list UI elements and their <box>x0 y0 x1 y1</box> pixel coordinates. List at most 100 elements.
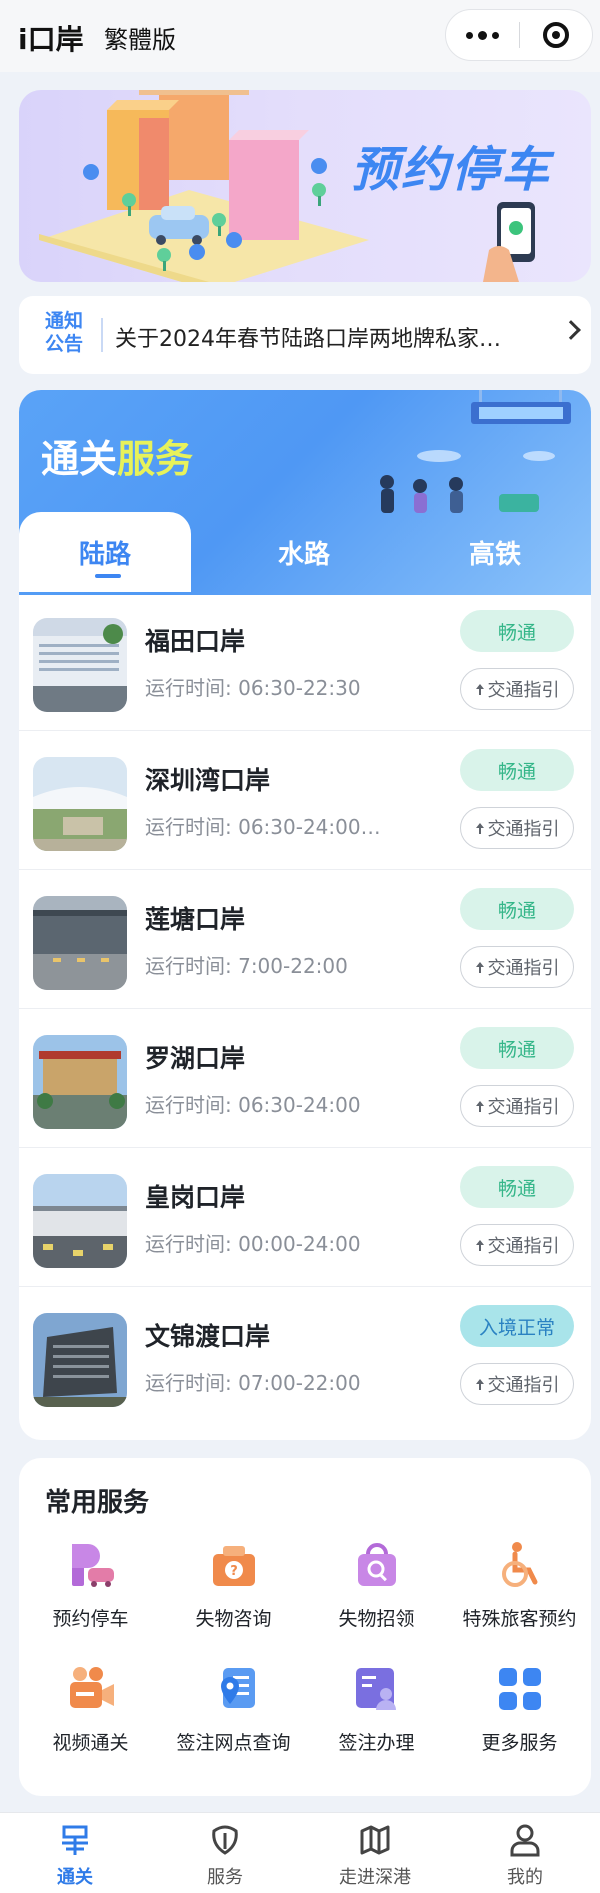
clearance-service-card: 通关服务 陆路 水路 高铁 福田口岸 运行时间: 06:30-22:30 畅通 … <box>19 390 591 1440</box>
port-row-huanggang[interactable]: 皇岗口岸 运行时间: 00:00-24:00 畅通 交通指引 <box>19 1148 591 1287</box>
mini-program-capsule <box>445 9 593 61</box>
direction-arrow-icon <box>475 1099 485 1113</box>
direction-arrow-icon <box>475 682 485 696</box>
svg-text:?: ? <box>230 1564 238 1579</box>
status-badge: 畅通 <box>460 749 574 791</box>
notice-bar[interactable]: 通知公告 关于2024年春节陆路口岸两地牌私家… <box>19 296 591 374</box>
port-row-luohu[interactable]: 罗湖口岸 运行时间: 06:30-24:00 畅通 交通指引 <box>19 1009 591 1148</box>
service-endorsement-processing[interactable]: 签注办理 <box>305 1664 448 1784</box>
common-services-title: 常用服务 <box>45 1488 150 1518</box>
tab-land[interactable]: 陆路 <box>19 512 191 592</box>
direction-arrow-icon <box>475 960 485 974</box>
service-icon <box>212 1825 238 1855</box>
service-label: 失物招领 <box>338 1608 415 1630</box>
more-menu-icon[interactable] <box>446 9 519 61</box>
notice-badge: 通知公告 <box>44 310 83 355</box>
service-lost-and-found[interactable]: 失物招领 <box>305 1540 448 1660</box>
port-hours: 运行时间: 00:00-24:00 <box>145 1232 361 1256</box>
wheelchair-icon <box>502 1542 538 1587</box>
port-photo <box>33 1313 127 1407</box>
notice-divider <box>101 318 103 352</box>
app-title: i口岸 <box>18 23 84 56</box>
port-row-futian[interactable]: 福田口岸 运行时间: 06:30-22:30 畅通 交通指引 <box>19 592 591 731</box>
direction-arrow-icon <box>475 1238 485 1252</box>
traffic-guide-button[interactable]: 交通指引 <box>460 1224 574 1266</box>
port-photo <box>33 1035 127 1129</box>
port-hours: 运行时间: 06:30-24:00旅… <box>145 815 395 839</box>
service-label: 视频通关 <box>52 1732 129 1754</box>
lost-item-inquiry-icon: ? <box>213 1546 255 1586</box>
traffic-guide-button[interactable]: 交通指引 <box>460 946 574 988</box>
clearance-service-title: 通关服务 <box>41 437 194 481</box>
service-endorsement-outlet-query[interactable]: 签注网点查询 <box>162 1664 305 1784</box>
service-video-clearance[interactable]: 视频通关 <box>19 1664 162 1784</box>
close-target-icon[interactable] <box>520 9 592 61</box>
port-name: 深圳湾口岸 <box>145 766 271 795</box>
active-tab-indicator <box>95 574 121 578</box>
traffic-guide-label: 交通指引 <box>487 1236 560 1257</box>
tab-rail-label: 高铁 <box>468 539 521 570</box>
tabbar-explore-sz-hk[interactable]: 走进深港 <box>300 1819 450 1891</box>
banner-title: 预约停车 <box>351 142 552 198</box>
traffic-guide-label: 交通指引 <box>487 1097 560 1118</box>
bottom-tab-bar: 通关 服务 走进深港 我的 <box>0 1812 600 1893</box>
status-badge: 畅通 <box>460 888 574 930</box>
lost-and-found-icon <box>358 1543 396 1586</box>
service-label: 签注网点查询 <box>176 1732 291 1754</box>
tabbar-label: 我的 <box>507 1867 543 1888</box>
tabbar-clearance[interactable]: 通关 <box>0 1819 150 1891</box>
traffic-guide-button[interactable]: 交通指引 <box>460 1363 574 1405</box>
port-photo <box>33 896 127 990</box>
service-label: 预约停车 <box>52 1608 129 1630</box>
service-label: 特殊旅客预约 <box>462 1608 577 1630</box>
service-lost-item-inquiry[interactable]: ? 失物咨询 <box>162 1540 305 1660</box>
service-label: 更多服务 <box>481 1732 558 1754</box>
tabbar-service[interactable]: 服务 <box>150 1819 300 1891</box>
port-row-shenzhen-bay[interactable]: 深圳湾口岸 运行时间: 06:30-24:00旅… 畅通 交通指引 <box>19 731 591 870</box>
port-hours: 运行时间: 06:30-22:30 <box>145 676 361 700</box>
clearance-tabs: 陆路 水路 高铁 <box>19 512 591 592</box>
clearance-icon <box>62 1825 88 1855</box>
notice-text: 关于2024年春节陆路口岸两地牌私家… <box>115 327 501 352</box>
parking-reservation-banner[interactable]: 预约停车 <box>19 90 591 282</box>
grid-icon <box>499 1668 541 1710</box>
service-more[interactable]: 更多服务 <box>448 1664 591 1784</box>
port-name: 福田口岸 <box>145 627 246 656</box>
user-icon <box>510 1824 540 1857</box>
port-name: 皇岗口岸 <box>145 1183 246 1212</box>
tabbar-mine[interactable]: 我的 <box>450 1819 600 1891</box>
tab-land-label: 陆路 <box>78 539 131 570</box>
top-bar: i口岸 繁體版 <box>0 0 600 72</box>
port-row-wenjindu[interactable]: 文锦渡口岸 运行时间: 07:00-22:00 入境正常 交通指引 <box>19 1287 591 1426</box>
traditional-chinese-toggle[interactable]: 繁體版 <box>104 20 176 55</box>
traffic-guide-label: 交通指引 <box>487 1375 560 1396</box>
traffic-guide-button[interactable]: 交通指引 <box>460 668 574 710</box>
tab-high-speed-rail[interactable]: 高铁 <box>399 512 591 592</box>
service-special-passenger[interactable]: 特殊旅客预约 <box>448 1540 591 1660</box>
chevron-right-icon <box>561 320 581 340</box>
port-name: 莲塘口岸 <box>145 905 246 934</box>
traffic-guide-label: 交通指引 <box>487 819 560 840</box>
traffic-guide-label: 交通指引 <box>487 680 560 701</box>
tabbar-label: 服务 <box>207 1867 243 1888</box>
service-parking[interactable]: 预约停车 <box>19 1540 162 1660</box>
port-hours: 运行时间: 7:00-22:00 <box>145 954 348 978</box>
status-badge: 畅通 <box>460 1027 574 1069</box>
traffic-guide-button[interactable]: 交通指引 <box>460 807 574 849</box>
status-badge: 畅通 <box>460 610 574 652</box>
map-icon <box>360 1825 390 1855</box>
direction-arrow-icon <box>475 1377 485 1391</box>
status-badge: 入境正常 <box>460 1305 574 1347</box>
video-camera-icon <box>70 1667 114 1708</box>
location-list-icon <box>221 1668 255 1708</box>
tab-water[interactable]: 水路 <box>209 512 399 592</box>
traffic-guide-label: 交通指引 <box>487 958 560 979</box>
port-name: 文锦渡口岸 <box>145 1322 271 1351</box>
status-badge: 畅通 <box>460 1166 574 1208</box>
service-label: 失物咨询 <box>195 1608 272 1630</box>
id-card-icon <box>356 1668 396 1710</box>
port-hours: 运行时间: 06:30-24:00 <box>145 1093 361 1117</box>
traffic-guide-button[interactable]: 交通指引 <box>460 1085 574 1127</box>
port-row-liantang[interactable]: 莲塘口岸 运行时间: 7:00-22:00 畅通 交通指引 <box>19 870 591 1009</box>
port-photo <box>33 757 127 851</box>
